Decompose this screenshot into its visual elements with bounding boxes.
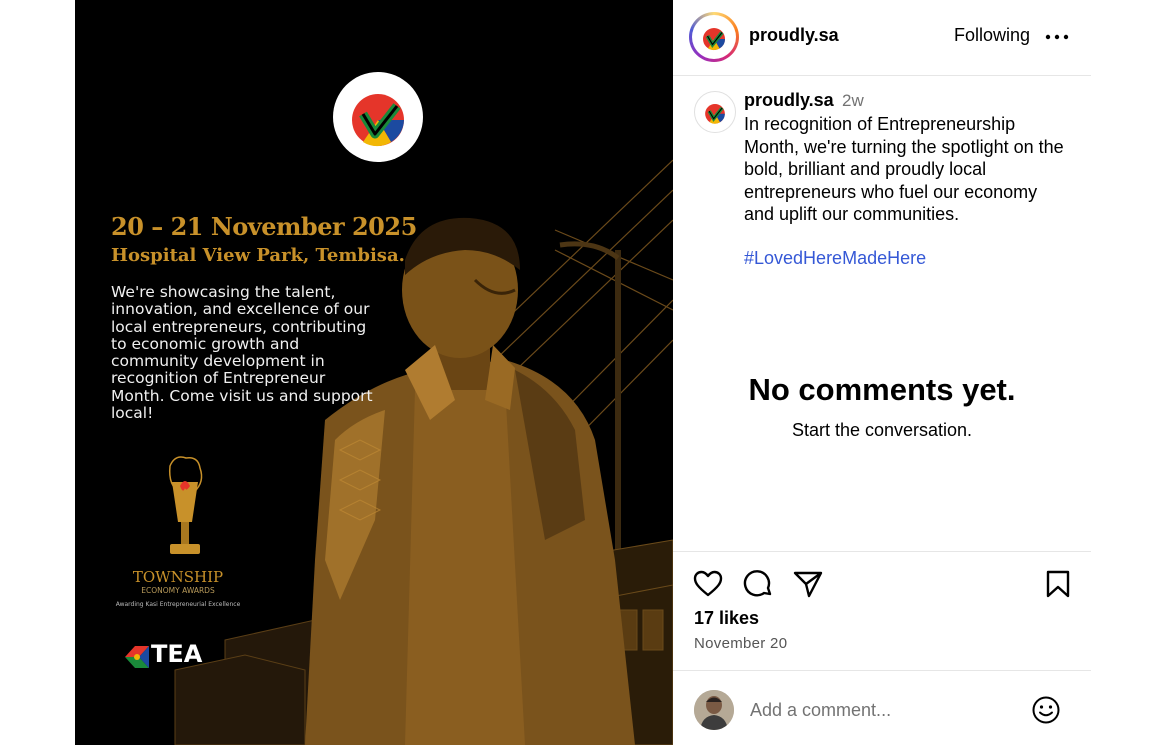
caption-avatar[interactable] [694,91,736,133]
bookmark-icon[interactable] [1042,568,1074,600]
proudly-sa-avatar-logo [698,95,732,129]
comment-divider [673,670,1091,671]
smiley-icon[interactable] [1031,695,1061,725]
post-side-panel: proudly.sa Following proudly.sa 2w In re… [673,0,1091,745]
share-icon[interactable] [792,568,824,600]
post-image[interactable]: 20 – 21 November 2025 Hospital View Park… [75,0,673,745]
likes-count[interactable]: 17 likes [694,608,759,629]
award-title: TOWNSHIP [132,568,224,586]
profile-avatar[interactable] [689,12,739,62]
event-date: 20 – 21 November 2025 [111,212,417,241]
caption-text: In recognition of Entrepreneurship Month… [744,114,1064,224]
caption-timestamp[interactable]: 2w [842,91,864,111]
award-tagline: Awarding Kasi Entrepreneurial Excellence [115,601,241,608]
caption-username[interactable]: proudly.sa [744,90,834,111]
header-username[interactable]: proudly.sa [749,25,839,46]
heart-icon[interactable] [692,568,724,600]
hashtag-link[interactable]: #LovedHereMadeHere [744,248,926,269]
no-comments-subtitle: Start the conversation. [791,420,973,440]
award-subtitle: ECONOMY AWARDS [141,586,215,595]
proudly-sa-logo [333,72,423,162]
comment-icon[interactable] [743,568,775,600]
following-button[interactable]: Following [954,25,1030,46]
more-horizontal-icon[interactable] [1045,26,1069,48]
tea-logo-text: TEA [151,640,203,668]
add-comment-input[interactable] [750,696,1020,724]
header-divider [673,75,1091,76]
actions-divider [673,551,1091,552]
event-venue: Hospital View Park, Tembisa. [111,245,405,266]
current-user-avatar [694,690,734,730]
no-comments-title: No comments yet. [748,372,1016,407]
event-description: We're showcasing the talent, innovation,… [111,283,373,423]
user-photo [694,690,734,730]
trophy-icon [168,456,203,554]
post-date[interactable]: November 20 [694,635,787,652]
proudly-sa-avatar-logo [696,19,732,55]
